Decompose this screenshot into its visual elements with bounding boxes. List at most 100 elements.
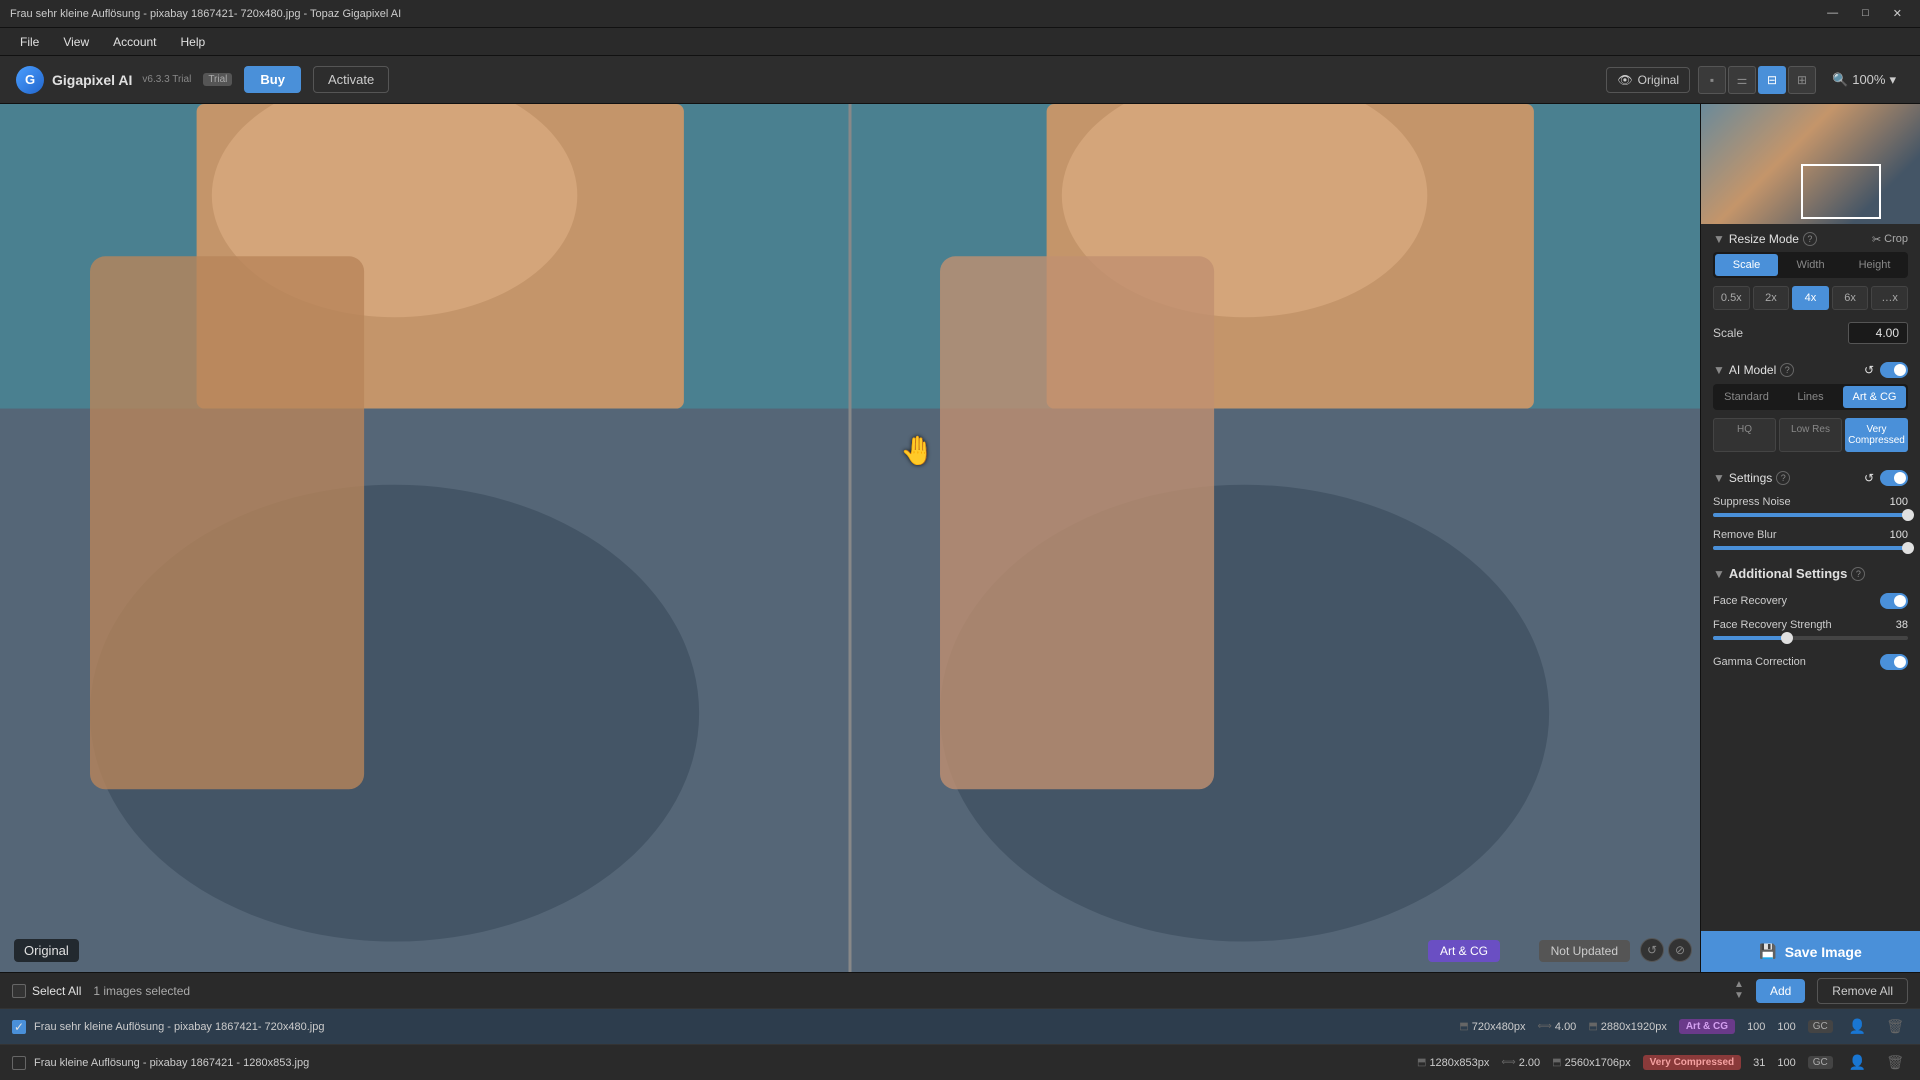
app-version: v6.3.3 Trial [142,74,191,85]
ai-model-help[interactable]: ? [1780,363,1794,377]
titlebar-controls[interactable]: — □ ✕ [1819,5,1910,22]
scale-multipliers: 0.5x 2x 4x 6x …x [1713,286,1908,310]
face-recovery-toggle[interactable] [1880,593,1908,609]
menu-view[interactable]: View [53,31,99,53]
mult-custom[interactable]: …x [1871,286,1908,310]
eye-icon: 👁 [1617,73,1632,87]
menu-file[interactable]: File [10,31,49,53]
original-toggle[interactable]: 👁 Original [1606,67,1690,93]
view-mode-grid[interactable]: ⊞ [1788,66,1816,94]
resize-chevron[interactable]: ▼ [1713,232,1725,246]
right-panel: ▼ Resize Mode ? ✂ Crop Scale Width Heigh… [1700,104,1920,972]
sort-up-icon[interactable]: ▲ [1734,980,1744,990]
mult-05x[interactable]: 0.5x [1713,286,1750,310]
selected-count: 1 images selected [93,984,190,998]
select-all-label: Select All [32,984,81,998]
select-all-check-box[interactable] [12,984,26,998]
settings-refresh-icon[interactable]: ↺ [1864,471,1874,485]
output-res-0: ⬒ 2880x1920px [1588,1021,1667,1033]
tab-scale[interactable]: Scale [1715,254,1778,276]
settings-toggle[interactable] [1880,470,1908,486]
tab-low-res[interactable]: Low Res [1779,418,1842,452]
ai-model-refresh-icon[interactable]: ↺ [1864,363,1874,377]
app-logo: G [16,66,44,94]
file-row[interactable]: Frau kleine Auflösung - pixabay 1867421 … [0,1045,1920,1080]
sort-arrows[interactable]: ▲ ▼ [1734,980,1744,1001]
face-recovery-strength-label: Face Recovery Strength [1713,619,1832,631]
additional-chevron[interactable]: ▼ [1713,567,1725,581]
output-icon: ⬒ [1588,1021,1597,1032]
canvas-area[interactable]: Original 🤚 Art & CG Not Updated ↺ ⊘ [0,104,1700,972]
thumbnail-frame[interactable] [1801,164,1881,219]
settings-title: Settings [1729,471,1772,485]
model-label-0: Art & CG [1679,1019,1735,1034]
tab-width[interactable]: Width [1779,254,1842,276]
mult-6x[interactable]: 6x [1832,286,1869,310]
menu-account[interactable]: Account [103,31,166,53]
tab-very-compressed[interactable]: Very Compressed [1845,418,1908,452]
ai-model-chevron[interactable]: ▼ [1713,363,1725,377]
remove-all-button[interactable]: Remove All [1817,978,1908,1004]
file-person-icon-1[interactable]: 👤 [1845,1052,1870,1073]
maximize-btn[interactable]: □ [1854,5,1877,22]
mult-4x[interactable]: 4x [1792,286,1829,310]
tab-standard[interactable]: Standard [1715,386,1778,408]
model-tabs: Standard Lines Art & CG [1713,384,1908,410]
suppress-noise-track[interactable] [1713,513,1908,517]
menu-help[interactable]: Help [171,31,216,53]
remove-blur-track[interactable] [1713,546,1908,550]
file-checkbox-0[interactable]: ✓ [12,1020,26,1034]
face-recovery-strength-thumb[interactable] [1781,632,1793,644]
additional-help[interactable]: ? [1851,567,1865,581]
file-delete-icon-0[interactable]: 🗑 [1882,1016,1908,1037]
file-delete-icon-1[interactable]: 🗑 [1882,1052,1908,1073]
gc-chip-1: GC [1808,1056,1833,1069]
crop-button[interactable]: ✂ Crop [1872,233,1908,246]
scale-label: Scale [1713,326,1743,340]
scale-input[interactable] [1848,322,1908,344]
add-button[interactable]: Add [1756,979,1805,1003]
tab-lines[interactable]: Lines [1779,386,1842,408]
select-all-checkbox[interactable]: Select All [12,984,81,998]
scale-icon: ⟺ [1538,1021,1552,1032]
save-label: Save Image [1785,944,1862,960]
settings-chevron[interactable]: ▼ [1713,471,1725,485]
output-icon: ⬒ [1552,1057,1561,1068]
close-btn[interactable]: ✕ [1885,5,1910,22]
mult-2x[interactable]: 2x [1753,286,1790,310]
ai-model-toggle[interactable] [1880,362,1908,378]
resize-mode-help[interactable]: ? [1803,232,1817,246]
gc-chip-0: GC [1808,1020,1833,1033]
suppress-noise-thumb[interactable] [1902,509,1914,521]
scale-value-row: Scale [1701,318,1920,354]
tab-artcg[interactable]: Art & CG [1843,386,1906,408]
buy-button[interactable]: Buy [244,66,301,93]
settings-help[interactable]: ? [1776,471,1790,485]
image-original [0,104,850,972]
activate-button[interactable]: Activate [313,66,389,93]
file-checkbox-1[interactable] [12,1056,26,1070]
ai-model-section: ▼ AI Model ? ↺ [1701,354,1920,384]
original-label: Original [14,939,79,962]
file-person-icon-0[interactable]: 👤 [1845,1016,1870,1037]
suppress-noise-fill [1713,513,1908,517]
tab-height[interactable]: Height [1843,254,1906,276]
save-button[interactable]: 💾 Save Image [1701,931,1920,972]
remove-blur-thumb[interactable] [1902,542,1914,554]
blur-1: 100 [1777,1057,1795,1069]
zoom-chevron: ▾ [1889,72,1896,88]
face-recovery-strength-track[interactable] [1713,636,1908,640]
file-row[interactable]: ✓ Frau sehr kleine Auflösung - pixabay 1… [0,1009,1920,1045]
refresh-btn-1[interactable]: ↺ [1640,938,1664,962]
face-recovery-row: Face Recovery [1701,587,1920,615]
minimize-btn[interactable]: — [1819,5,1846,22]
view-mode-single[interactable]: ▪ [1698,66,1726,94]
view-mode-split-h[interactable]: ⊟ [1758,66,1786,94]
refresh-btn-2[interactable]: ⊘ [1668,938,1692,962]
sort-down-icon[interactable]: ▼ [1734,991,1744,1001]
face-recovery-strength-row: Face Recovery Strength 38 [1701,615,1920,648]
view-mode-split-v[interactable]: ⚌ [1728,66,1756,94]
tab-hq[interactable]: HQ [1713,418,1776,452]
split-divider[interactable] [849,104,852,972]
gamma-correction-toggle[interactable] [1880,654,1908,670]
